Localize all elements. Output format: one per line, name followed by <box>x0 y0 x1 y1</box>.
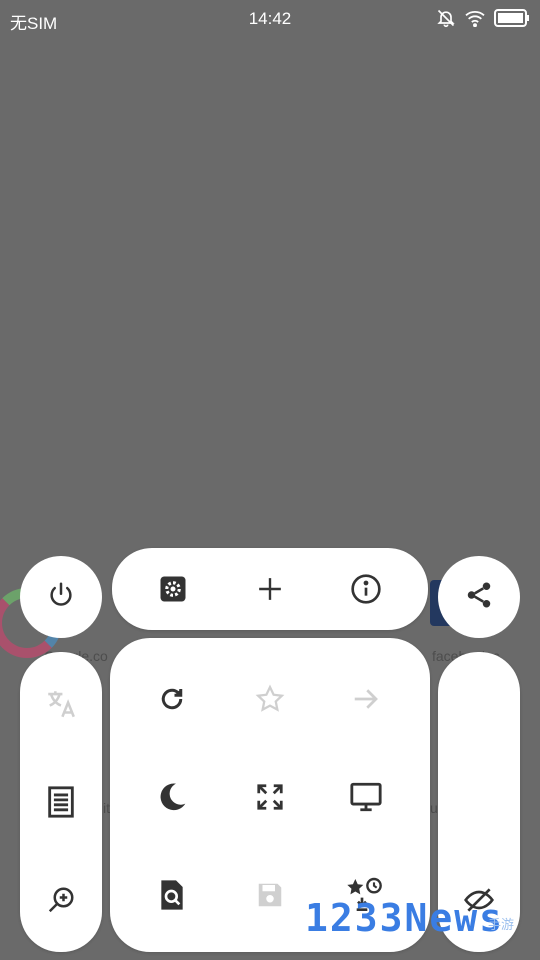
save-page-button[interactable] <box>242 867 298 923</box>
fullscreen-button[interactable] <box>242 769 298 825</box>
save-icon <box>255 880 285 910</box>
status-icons <box>436 8 530 33</box>
info-button[interactable] <box>338 561 394 617</box>
wifi-icon <box>464 9 486 32</box>
forward-arrow-icon <box>351 684 381 714</box>
settings-button[interactable] <box>145 561 201 617</box>
plus-icon <box>257 576 283 602</box>
refresh-button[interactable] <box>144 671 200 727</box>
star-icon <box>255 684 285 714</box>
watermark-text: 1233News <box>305 896 505 940</box>
forward-button[interactable] <box>338 671 394 727</box>
bookmark-button[interactable] <box>242 671 298 727</box>
find-in-page-button[interactable] <box>144 867 200 923</box>
translate-button[interactable] <box>33 676 89 732</box>
translate-icon <box>44 687 78 721</box>
desktop-site-icon <box>349 781 383 813</box>
mute-notification-icon <box>436 8 456 33</box>
settings-gear-icon <box>158 574 188 604</box>
top-action-bar <box>112 548 428 630</box>
night-mode-button[interactable] <box>144 769 200 825</box>
refresh-icon <box>157 684 187 714</box>
left-tool-column <box>20 652 102 952</box>
new-tab-button[interactable] <box>242 561 298 617</box>
power-icon <box>46 580 76 615</box>
night-mode-icon <box>156 781 188 813</box>
zoom-button[interactable] <box>33 872 89 928</box>
info-icon <box>350 573 382 605</box>
share-icon <box>464 580 494 615</box>
watermark-subtext: 手游 <box>488 917 515 932</box>
background-label-right: u <box>430 800 438 816</box>
battery-icon <box>494 9 530 32</box>
background-label-left: it <box>103 800 110 816</box>
status-bar: 无SIM 14:42 <box>0 0 540 38</box>
power-button[interactable] <box>20 556 102 638</box>
reader-mode-button[interactable] <box>33 774 89 830</box>
desktop-site-button[interactable] <box>338 769 394 825</box>
fullscreen-icon <box>255 782 285 812</box>
zoom-in-icon <box>46 885 76 915</box>
share-button[interactable] <box>438 556 520 638</box>
reader-mode-icon <box>46 785 76 819</box>
find-in-page-icon <box>158 879 186 911</box>
